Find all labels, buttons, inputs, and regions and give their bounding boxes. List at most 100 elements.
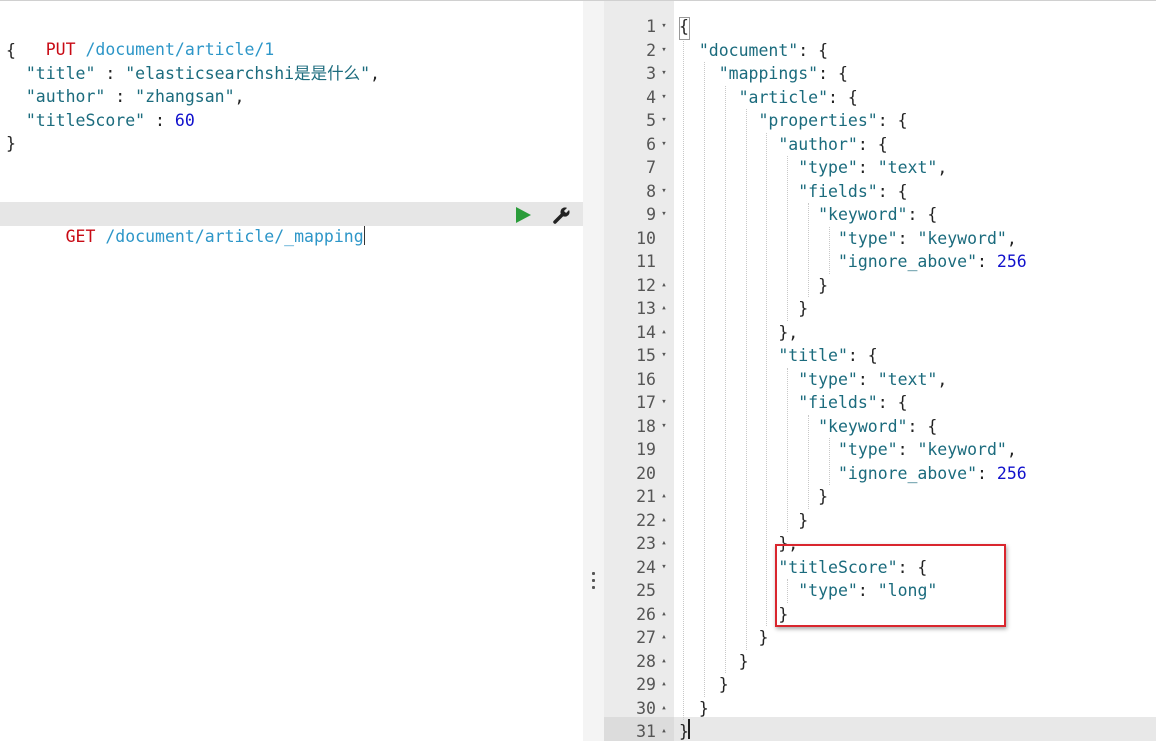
fold-expand-icon[interactable]: ▴ [658,720,670,744]
code-text: } [679,675,729,694]
body-close-brace: } [6,134,16,153]
fold-expand-icon[interactable]: ▴ [658,697,670,721]
code-text: "type": "text", [798,369,948,389]
code-text: "document": { [698,40,829,60]
line-number: 10 [636,228,656,248]
fold-collapse-icon[interactable]: ▾ [658,62,670,86]
body-field-key: "titleScore" [25,111,146,130]
get-request-line[interactable]: GET /document/article/_mapping [6,202,365,246]
code-text: "ignore_above": 256 [837,463,1027,483]
fold-expand-icon[interactable]: ▴ [658,650,670,674]
output-line: 17 ▾ "fields": { [604,391,1156,415]
output-line: 21 ▴ } [604,485,1156,509]
line-number: 9 [646,205,656,224]
fold-collapse-icon[interactable]: ▾ [658,86,670,110]
line-number: 7 [646,158,656,177]
output-line: 27 ▴ } [604,626,1156,650]
code-text: "fields": { [798,181,908,201]
wrench-icon[interactable] [552,205,572,225]
code-text: }, [679,322,799,342]
line-number: 31 [636,722,656,741]
fold-expand-icon[interactable]: ▴ [658,532,670,556]
body-field-comma: , [234,87,245,106]
output-line: 12 ▴ } [604,274,1156,298]
line-number: 18 [636,416,656,436]
code-text: "keyword": { [818,416,938,436]
body-field-separator: : [95,64,126,83]
body-field-line[interactable]: "titleScore" : 60 [6,109,195,132]
console-request-editor[interactable]: PUT /document/article/1 { "title" : "ela… [0,1,583,741]
fold-expand-icon[interactable]: ▴ [658,274,670,298]
body-field-value: 60 [174,111,195,130]
line-number: 15 [636,346,656,365]
put-url: /document/article/1 [85,40,275,59]
line-number: 21 [636,487,656,506]
line-number: 30 [636,698,656,718]
output-line: 3 ▾ "mappings": { [604,62,1156,86]
fold-collapse-icon[interactable]: ▾ [658,109,670,133]
body-field-key: "author" [25,87,106,106]
fold-expand-icon[interactable]: ▴ [658,626,670,650]
put-method: PUT [45,40,76,59]
output-cursor [688,719,690,739]
fold-expand-icon[interactable]: ▴ [658,603,670,627]
line-number: 1 [646,17,656,36]
fold-collapse-icon[interactable]: ▾ [658,344,670,368]
line-number: 17 [636,393,656,412]
output-line: 6 ▾ "author": { [604,133,1156,157]
fold-expand-icon[interactable]: ▴ [658,509,670,533]
line-number: 3 [646,64,656,83]
body-field-line[interactable]: "author" : "zhangsan", [6,85,245,108]
line-number: 4 [646,87,656,107]
line-number: 27 [636,628,656,647]
code-text: } [679,299,809,318]
fold-collapse-icon[interactable]: ▾ [658,203,670,227]
put-request-line[interactable]: PUT /document/article/1 [6,15,275,59]
code-text: "mappings": { [718,64,848,83]
output-line: 4 ▾ "article": { [604,86,1156,110]
fold-collapse-icon[interactable]: ▾ [658,556,670,580]
fold-expand-icon[interactable]: ▴ [658,321,670,345]
line-number: 22 [636,510,656,530]
body-field-line[interactable]: "title" : "elasticsearchshi是是什么", [6,62,380,85]
output-line: 11 "ignore_above": 256 [604,250,1156,274]
line-number: 11 [636,252,656,271]
fold-expand-icon[interactable]: ▴ [658,297,670,321]
line-number: 8 [646,181,656,201]
code-text: "fields": { [798,393,908,412]
fold-expand-icon[interactable]: ▴ [658,485,670,509]
play-icon[interactable] [516,207,531,223]
code-text: "title": { [778,346,878,365]
response-output-panel[interactable]: 1 ▾{2 ▾ "document": {3 ▾ "mappings": {4 ▾ "a… [604,1,1156,741]
code-text: "type": "keyword", [837,228,1017,248]
pane-resize-handle[interactable] [583,1,604,741]
body-open-brace: { [6,41,16,60]
get-method: GET [65,227,96,246]
fold-collapse-icon[interactable]: ▾ [658,180,670,204]
line-number: 6 [646,134,656,154]
line-number: 16 [636,369,656,389]
line-number: 28 [636,651,656,671]
output-line: 5 ▾ "properties": { [604,109,1156,133]
output-line: 16 "type": "text", [604,368,1156,392]
fold-collapse-icon[interactable]: ▾ [658,133,670,157]
active-request-bar[interactable]: GET /document/article/_mapping [0,202,583,246]
output-line: 7 "type": "text", [604,156,1156,180]
output-line: 28 ▴ } [604,650,1156,674]
code-text: } [679,651,749,671]
output-line: 2 ▾ "document": { [604,39,1156,63]
fold-collapse-icon[interactable]: ▾ [658,415,670,439]
fold-collapse-icon[interactable]: ▾ [658,15,670,39]
output-line: 30 ▴ } [604,697,1156,721]
line-number: 23 [636,534,656,553]
get-url: /document/article/_mapping [105,227,364,246]
fold-collapse-icon[interactable]: ▾ [658,391,670,415]
line-number: 5 [646,111,656,130]
fold-expand-icon[interactable]: ▴ [658,673,670,697]
code-text: "properties": { [758,111,908,130]
line-number: 13 [636,299,656,318]
code-text: "article": { [738,87,858,107]
line-number: 29 [636,675,656,694]
output-line: 22 ▴ } [604,509,1156,533]
fold-collapse-icon[interactable]: ▾ [658,39,670,63]
